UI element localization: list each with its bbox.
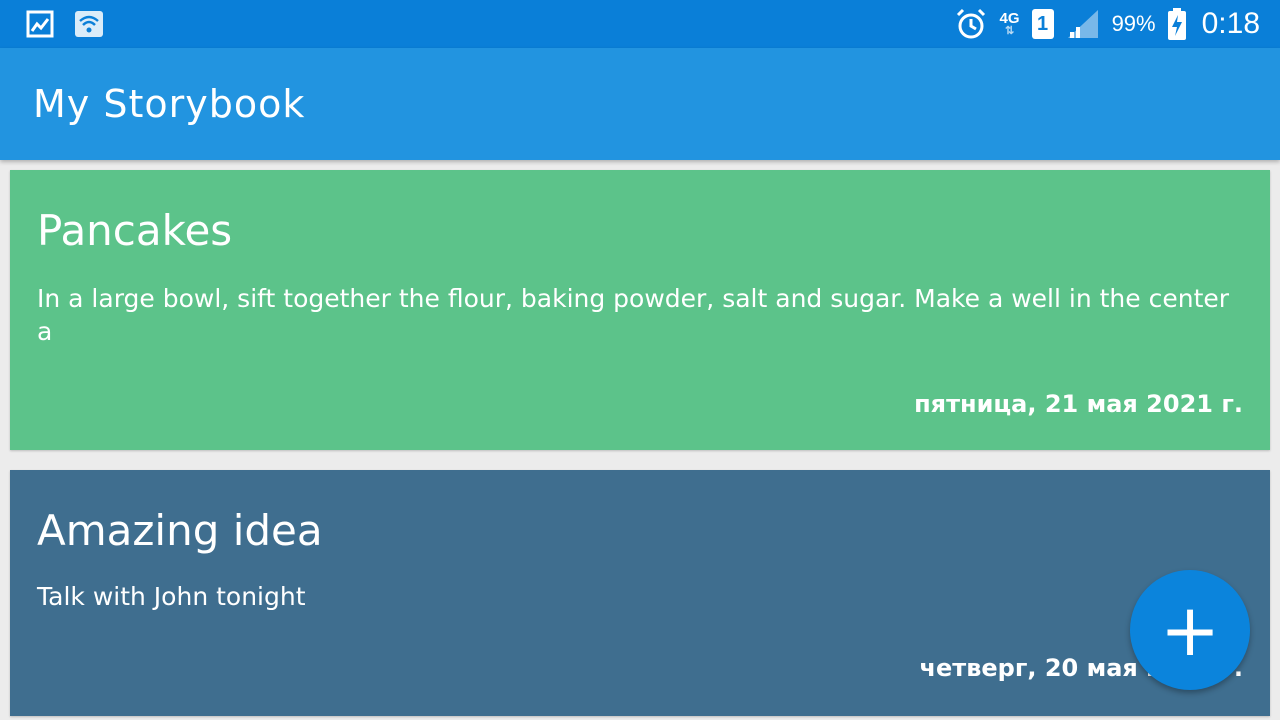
- network-label: 4G: [999, 10, 1020, 27]
- note-date: пятница, 21 мая 2021 г.: [914, 390, 1243, 418]
- network-type: 4G ⇅: [999, 10, 1020, 37]
- network-arrows: ⇅: [1004, 25, 1015, 37]
- note-card[interactable]: Amazing idea Talk with John tonight четв…: [10, 470, 1270, 716]
- clock: 0:18: [1201, 7, 1260, 40]
- app-bar: My Storybook: [0, 48, 1280, 160]
- image-icon: [26, 10, 54, 38]
- battery-percent: 99%: [1111, 11, 1156, 36]
- add-note-button[interactable]: +: [1130, 570, 1250, 690]
- note-title: Amazing idea: [37, 506, 323, 555]
- battery-charging-icon: [1167, 8, 1186, 40]
- sim-badge: 1: [1031, 9, 1054, 39]
- status-bar: 4G ⇅ 1 99% 0:18: [0, 0, 1280, 48]
- note-body: Talk with John tonight: [37, 582, 306, 611]
- status-left-icons: [26, 10, 104, 38]
- app-title: My Storybook: [33, 82, 306, 126]
- wifi-icon: [74, 10, 104, 38]
- plus-icon: +: [1159, 588, 1221, 672]
- note-title: Pancakes: [37, 206, 233, 255]
- note-body: In a large bowl, sift together the flour…: [37, 284, 1230, 346]
- status-right-icons: 4G ⇅ 1 99% 0:18: [954, 0, 1260, 48]
- alarm-icon: [954, 7, 988, 41]
- note-card[interactable]: Pancakes In a large bowl, sift together …: [10, 170, 1270, 450]
- signal-icon: [1066, 8, 1100, 40]
